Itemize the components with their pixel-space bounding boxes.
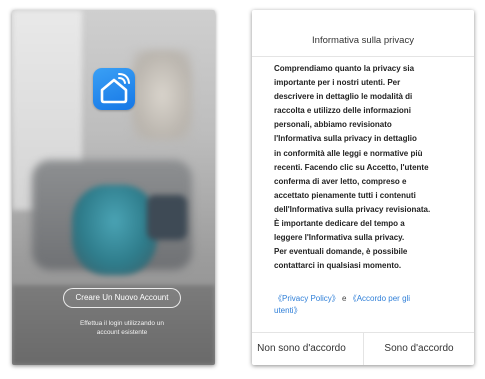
privacy-text-line: dell'Informativa sulla privacy revisiona… <box>274 204 431 214</box>
privacy-text-line: Comprendiamo quanto la privacy sia <box>274 64 415 73</box>
and-text: e <box>342 294 347 303</box>
privacy-text-line: recenti. Facendo clic su Accetto, l'uten… <box>274 162 429 172</box>
background-photo-chair <box>72 185 157 275</box>
policy-links: 《Privacy Policy》 e 《Accordo per gli uten… <box>274 293 464 317</box>
privacy-text-line: contattarci in qualsiasi momento. <box>274 261 402 271</box>
privacy-text-line: personali, abbiamo revisionato <box>274 120 392 130</box>
privacy-text-line: descrivere in dettaglio le modalità di <box>274 92 413 102</box>
privacy-text: Comprendiamo quanto la privacy sia impor… <box>274 62 464 273</box>
create-account-button[interactable]: Creare Un Nuovo Account <box>63 288 181 308</box>
privacy-text-line: Per eventuali domande, è possibile <box>274 247 408 257</box>
accept-button[interactable]: Sono d'accordo <box>364 332 474 365</box>
privacy-policy-link[interactable]: 《Privacy Policy》 <box>274 294 340 303</box>
privacy-text-line: accettato pienamente tutti i contenuti <box>274 190 416 200</box>
background-photo-lamp <box>132 50 192 140</box>
dialog-title: Informativa sulla privacy <box>312 35 414 46</box>
privacy-text-line: raccolta e utilizzo delle informazioni <box>274 106 411 116</box>
title-divider <box>252 56 474 57</box>
privacy-text-line: l'Informativa sulla privacy in dettaglio <box>274 134 417 144</box>
login-screen: Creare Un Nuovo Account Effettua il logi… <box>12 10 215 365</box>
background-photo-pillow <box>147 195 187 240</box>
login-link-line-2: account esistente <box>96 329 148 336</box>
privacy-text-line: È importante dedicare del tempo a <box>274 219 405 229</box>
privacy-text-line: conferma di aver letto, compreso e <box>274 176 407 186</box>
user-agreement-link[interactable]: 《Accordo per gli <box>349 294 410 303</box>
login-existing-account-link[interactable]: Effettua il login utilizzando un account… <box>52 319 192 337</box>
decline-button[interactable]: Non sono d'accordo <box>252 332 363 365</box>
privacy-text-line: importante per i nostri utenti. Per <box>274 78 401 88</box>
privacy-text-line: in conformità alle leggi e normative più <box>274 148 423 158</box>
privacy-text-line: leggere l'Informativa sulla privacy. <box>274 233 405 243</box>
smart-home-wifi-icon <box>93 68 135 110</box>
privacy-dialog: Informativa sulla privacy Comprendiamo q… <box>252 10 474 365</box>
user-agreement-link-continued[interactable]: utenti》 <box>274 306 302 315</box>
login-link-line-1: Effettua il login utilizzando un <box>79 320 165 327</box>
